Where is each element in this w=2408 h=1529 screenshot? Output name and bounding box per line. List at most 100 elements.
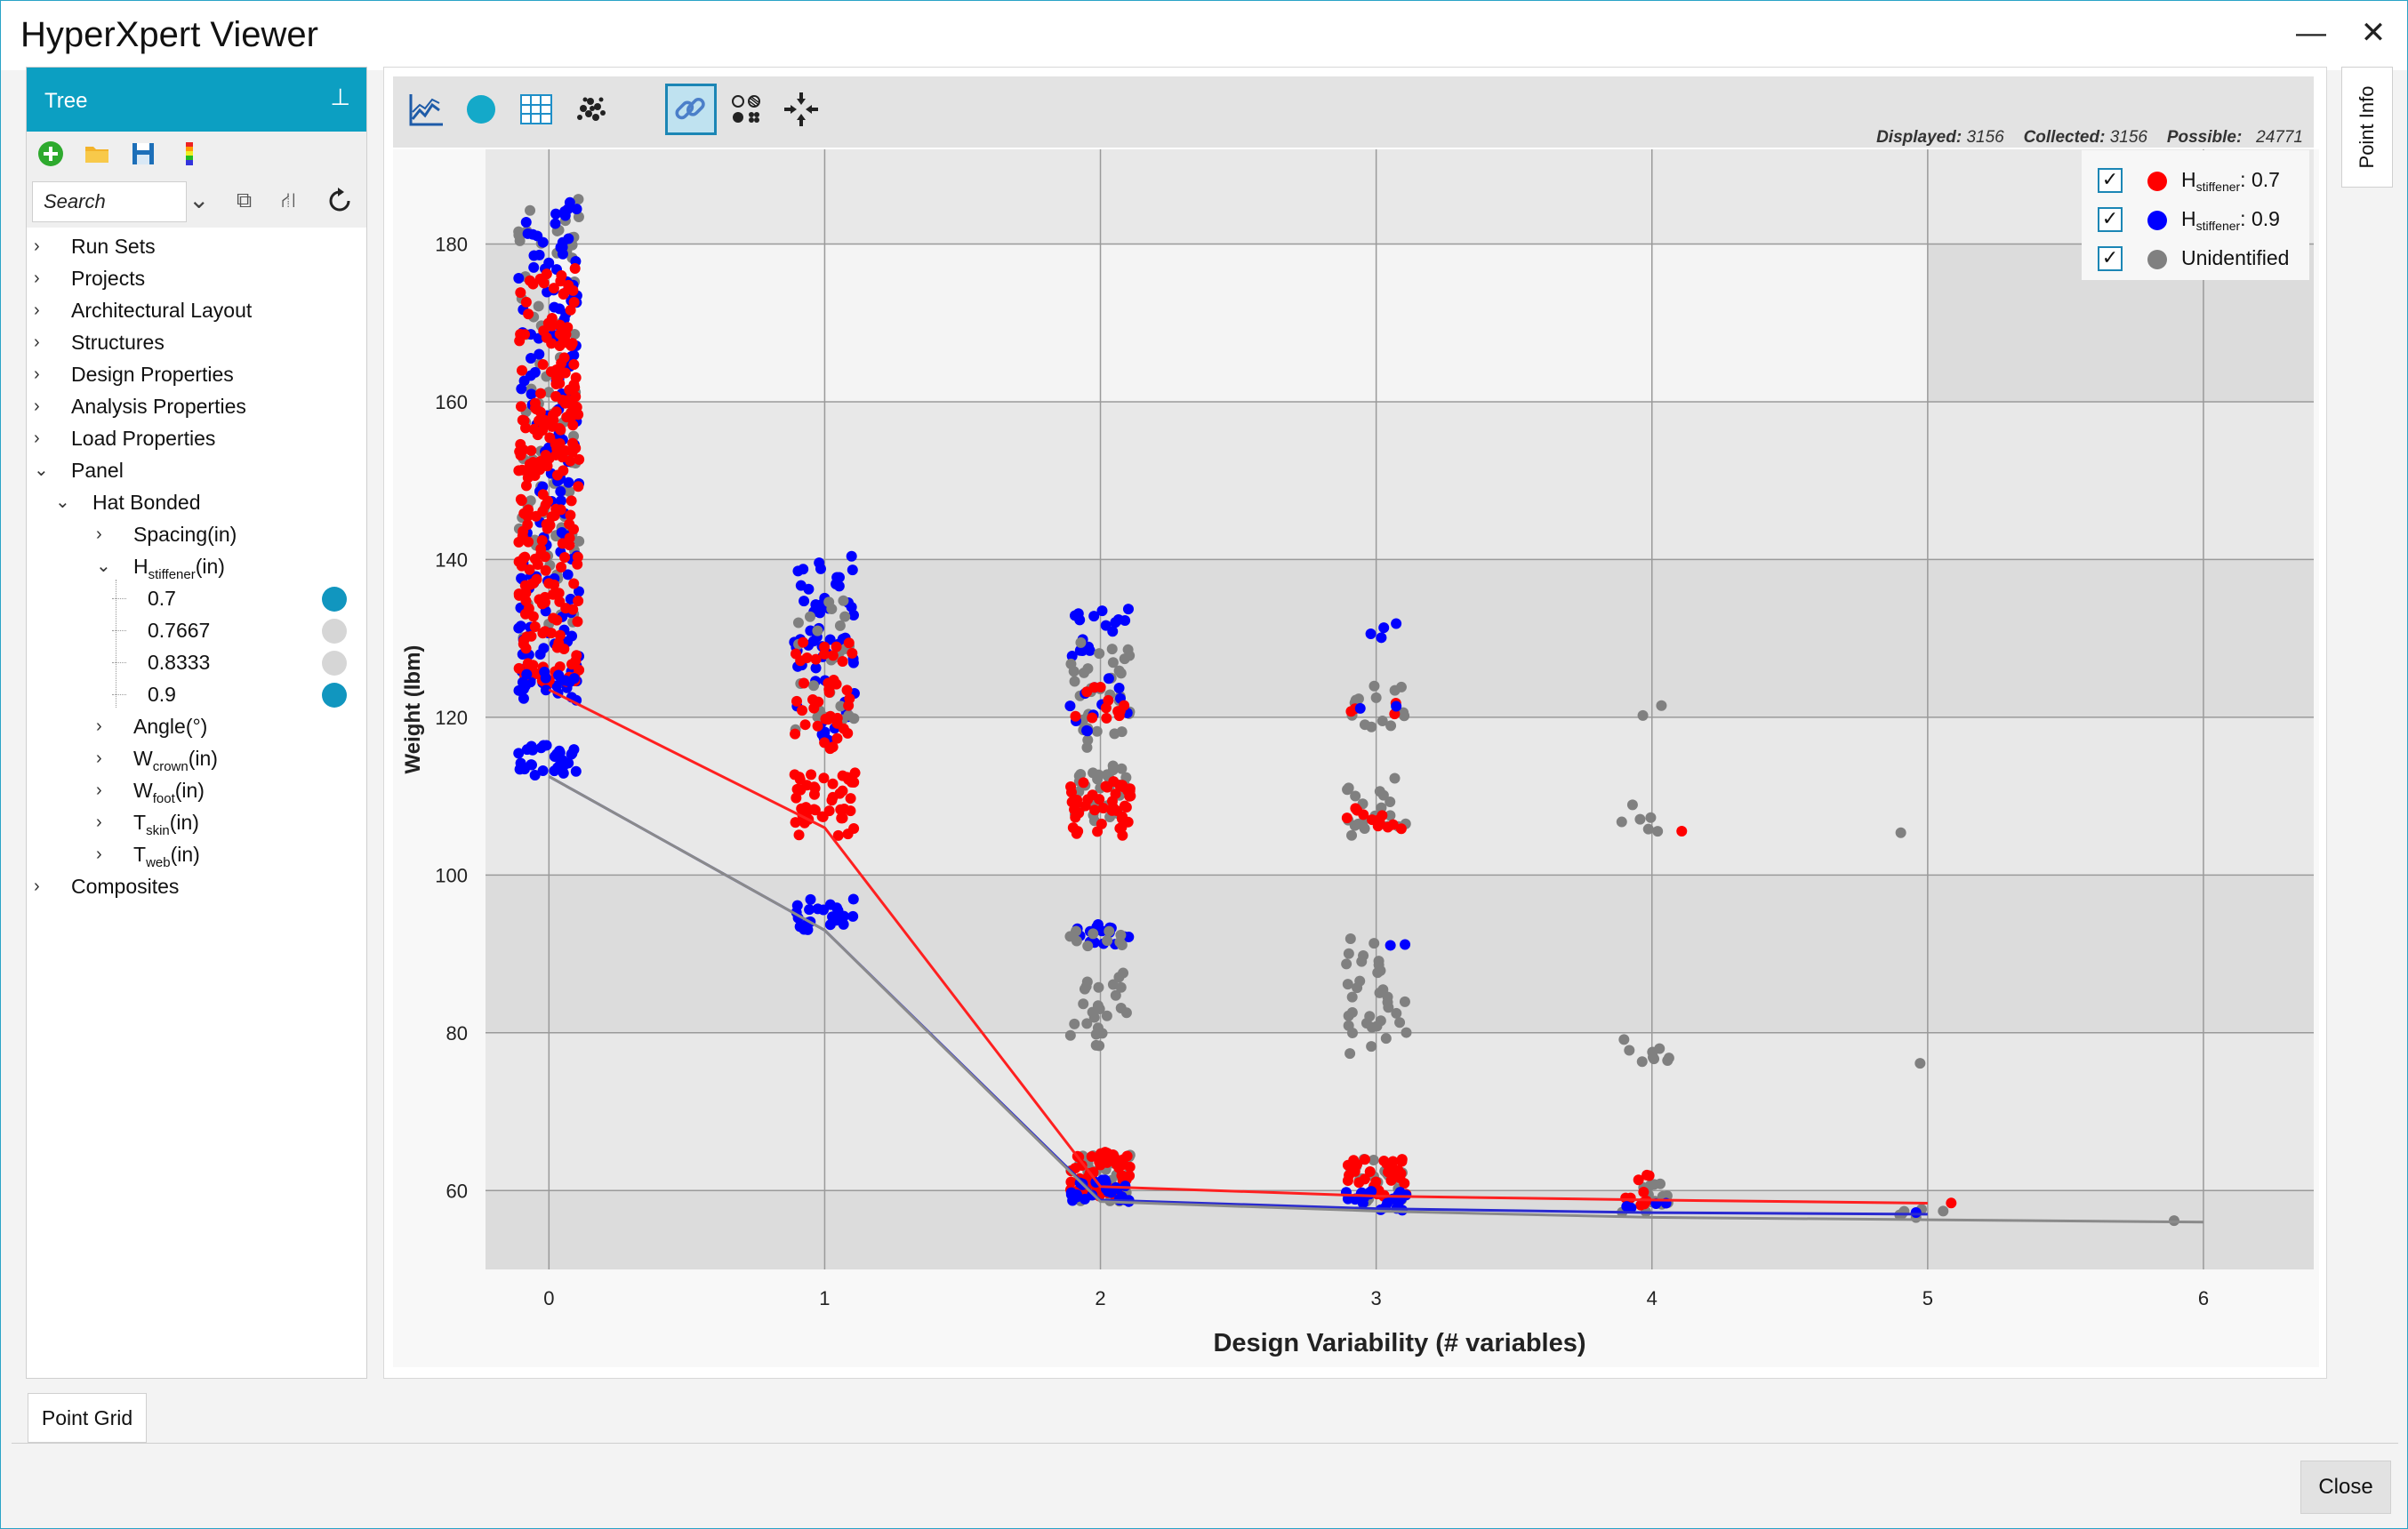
data-point <box>559 205 571 217</box>
data-point <box>1391 618 1402 629</box>
pin-icon[interactable]: ⊥ <box>330 84 350 111</box>
color-scale-icon[interactable] <box>176 140 203 167</box>
chevron-right-icon[interactable]: › <box>96 777 112 804</box>
y-tick-label: 100 <box>435 864 468 886</box>
data-point <box>843 637 855 649</box>
data-point <box>537 506 549 517</box>
scatter-plot[interactable]: 60 80 100 120 140 160 180 0 1 2 3 4 5 6 Design Variabi… <box>393 149 2319 1367</box>
data-point <box>535 543 547 555</box>
tree-item[interactable]: 0.7 <box>148 585 176 612</box>
scatter-cloud-icon[interactable] <box>566 84 617 135</box>
chevron-down-icon[interactable]: ⌄ <box>55 489 71 516</box>
data-point <box>531 404 542 415</box>
hierarchy-icon[interactable]: ⛙ <box>281 188 296 215</box>
tree-item[interactable]: Spacing(in) <box>133 521 237 548</box>
chevron-right-icon[interactable]: › <box>34 393 50 420</box>
point-styles-icon[interactable] <box>720 84 772 135</box>
legend-checkbox[interactable]: ✓ <box>2098 168 2123 193</box>
close-window-button[interactable]: ✕ <box>2354 13 2393 52</box>
minimize-button[interactable]: — <box>2292 13 2331 52</box>
tree-item-label: Design Properties <box>71 363 234 386</box>
data-point <box>1369 680 1380 692</box>
data-point <box>1078 777 1089 789</box>
folder-icon[interactable] <box>84 140 110 167</box>
link-icon[interactable] <box>665 84 717 135</box>
data-point <box>1092 773 1104 785</box>
tree-item[interactable]: Composites <box>71 873 179 900</box>
chevron-right-icon[interactable]: › <box>34 361 50 388</box>
collapse-all-icon[interactable]: ⧉ <box>237 188 252 213</box>
tree-item[interactable]: 0.9 <box>148 681 176 708</box>
chevron-down-icon[interactable]: ⌄ <box>34 457 50 484</box>
circle-icon[interactable] <box>455 84 507 135</box>
value-toggle-dot[interactable] <box>322 619 347 644</box>
x-tick-label: 0 <box>543 1287 554 1309</box>
refresh-icon[interactable] <box>325 187 354 215</box>
tree-item[interactable]: Panel <box>71 457 124 484</box>
tree-item[interactable]: Projects <box>71 265 145 292</box>
tree-item[interactable]: Wcrown(in) <box>133 745 218 774</box>
chevron-right-icon[interactable]: › <box>96 713 112 740</box>
tree-header: Tree ⊥ <box>27 68 366 132</box>
close-button[interactable]: Close <box>2300 1461 2391 1514</box>
legend-swatch <box>2147 211 2167 230</box>
tree-item[interactable]: Design Properties <box>71 361 234 388</box>
x-axis-label: Design Variability (# variables) <box>1213 1329 1585 1357</box>
legend-item[interactable]: ✓ Hstiffener: 0.7 <box>2098 163 2311 198</box>
collapse-arrows-icon[interactable] <box>775 84 827 135</box>
value-toggle-dot[interactable] <box>322 683 347 708</box>
data-point <box>572 616 583 628</box>
legend-item[interactable]: ✓ Hstiffener: 0.9 <box>2098 202 2311 237</box>
chevron-right-icon[interactable]: › <box>34 233 50 260</box>
chevron-down-icon[interactable]: ⌄ <box>96 553 112 580</box>
chevron-right-icon[interactable]: › <box>34 265 50 292</box>
data-point <box>1081 741 1093 753</box>
tree-item[interactable]: 0.8333 <box>148 649 210 676</box>
tree-item[interactable]: Tskin(in) <box>133 809 199 838</box>
tree-item[interactable]: Analysis Properties <box>71 393 246 420</box>
tree-item[interactable]: 0.7667 <box>148 617 210 644</box>
legend-item[interactable]: ✓ Unidentified <box>2098 241 2311 276</box>
legend-checkbox[interactable]: ✓ <box>2098 207 2123 232</box>
save-icon[interactable] <box>130 140 157 167</box>
chevron-right-icon[interactable]: › <box>96 809 112 836</box>
chevron-down-icon[interactable]: ⌄ <box>189 185 209 214</box>
legend-checkbox[interactable]: ✓ <box>2098 246 2123 271</box>
data-point <box>569 381 581 393</box>
data-point <box>551 614 563 626</box>
chevron-right-icon[interactable]: › <box>34 425 50 452</box>
chevron-right-icon[interactable]: › <box>34 329 50 356</box>
data-point <box>1124 650 1136 661</box>
table-icon[interactable] <box>510 84 562 135</box>
tree-item[interactable]: Angle(°) <box>133 713 207 740</box>
chevron-right-icon[interactable]: › <box>96 841 112 868</box>
tree-item[interactable]: Load Properties <box>71 425 215 452</box>
data-point <box>827 791 839 803</box>
tree-item[interactable]: Tweb(in) <box>133 841 200 870</box>
line-chart-icon[interactable] <box>400 84 452 135</box>
point-info-tab[interactable]: Point Info <box>2341 67 2393 188</box>
tree-item[interactable]: Hstiffener(in) <box>133 553 225 582</box>
tree-item-label: 0.7 <box>148 587 176 610</box>
tree-item[interactable]: Structures <box>71 329 165 356</box>
chevron-right-icon[interactable]: › <box>34 873 50 900</box>
value-toggle-dot[interactable] <box>322 587 347 612</box>
tree-item[interactable]: Run Sets <box>71 233 156 260</box>
chevron-right-icon[interactable]: › <box>34 297 50 324</box>
data-point <box>570 765 582 777</box>
tree-item[interactable]: Wfoot(in) <box>133 777 205 806</box>
chevron-right-icon[interactable]: › <box>96 521 112 548</box>
value-toggle-dot[interactable] <box>322 651 347 676</box>
tree-item[interactable]: Architectural Layout <box>71 297 252 324</box>
add-icon[interactable] <box>37 140 64 167</box>
x-tick-label: 3 <box>1371 1287 1382 1309</box>
tree-item[interactable]: Hat Bonded <box>92 489 200 516</box>
data-point <box>1385 796 1396 807</box>
search-input[interactable]: Search <box>32 181 187 222</box>
data-point <box>538 325 550 337</box>
data-point <box>1662 1054 1674 1066</box>
data-point <box>1366 1041 1377 1053</box>
data-point <box>818 773 830 784</box>
point-grid-tab[interactable]: Point Grid <box>28 1393 147 1443</box>
chevron-right-icon[interactable]: › <box>96 745 112 772</box>
